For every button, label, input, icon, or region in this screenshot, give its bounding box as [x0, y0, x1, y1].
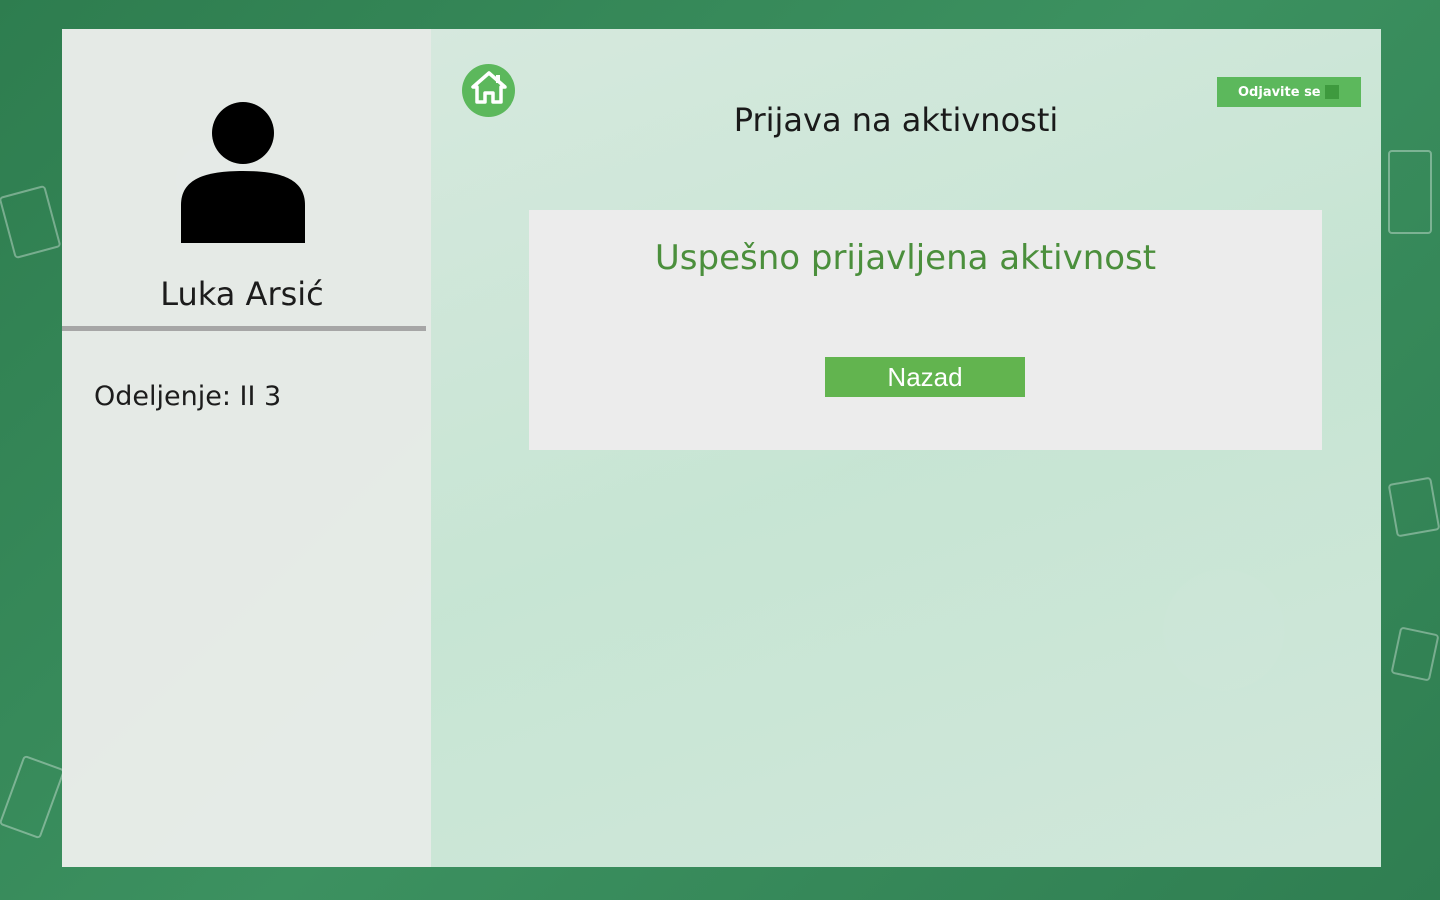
success-message: Uspešno prijavljena aktivnost — [654, 238, 1157, 278]
doodle-notebook — [1388, 150, 1432, 234]
home-button[interactable] — [462, 64, 515, 117]
user-avatar-icon — [181, 101, 307, 243]
app-window: Luka Arsić Odeljenje: II 3 Prijava na ak… — [62, 29, 1381, 867]
doodle-page — [1387, 476, 1440, 538]
department-label: Odeljenje: II 3 — [94, 381, 282, 412]
doodle-book — [0, 184, 62, 260]
logout-button[interactable]: Odjavite se — [1217, 77, 1361, 107]
user-name: Luka Arsić — [160, 275, 324, 313]
doodle-card — [1390, 626, 1440, 682]
page-title: Prijava na aktivnosti — [733, 101, 1059, 139]
result-card: Uspešno prijavljena aktivnost Nazad — [529, 210, 1322, 450]
back-button[interactable]: Nazad — [825, 357, 1025, 397]
logout-label: Odjavite se — [1238, 84, 1321, 100]
home-icon — [470, 71, 507, 110]
sidebar-divider — [62, 326, 426, 331]
logout-indicator-icon — [1325, 85, 1339, 99]
main-panel: Prijava na aktivnosti Odjavite se Uspešn… — [431, 29, 1381, 867]
profile-sidebar: Luka Arsić Odeljenje: II 3 — [62, 29, 431, 867]
doodle-paper — [0, 754, 66, 840]
